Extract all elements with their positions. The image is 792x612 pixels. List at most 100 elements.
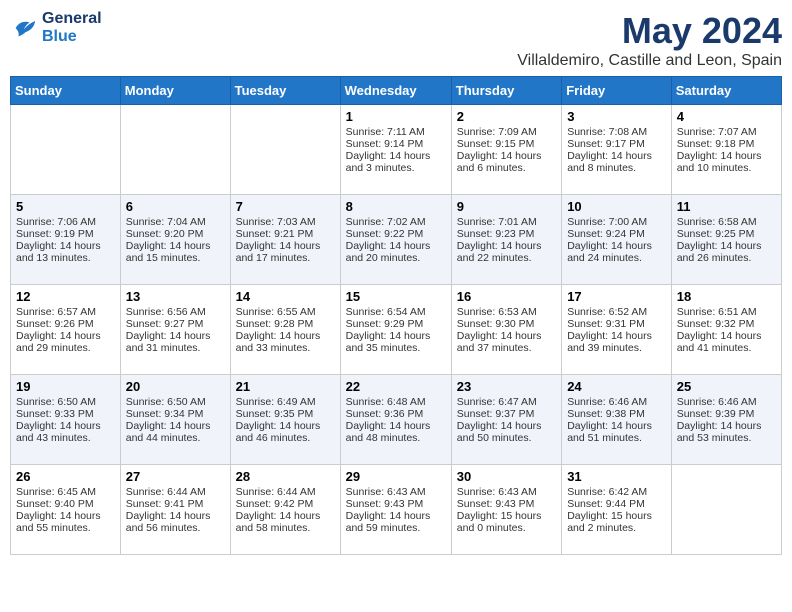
sunrise-text: Sunrise: 6:57 AM [16,306,115,318]
sunrise-text: Sunrise: 6:53 AM [457,306,556,318]
daylight-text: Daylight: 14 hours and 51 minutes. [567,420,666,444]
sunset-text: Sunset: 9:24 PM [567,228,666,240]
sunrise-text: Sunrise: 7:02 AM [346,216,446,228]
calendar-cell: 24Sunrise: 6:46 AMSunset: 9:38 PMDayligh… [562,375,672,465]
calendar-cell [120,105,230,195]
calendar-cell: 27Sunrise: 6:44 AMSunset: 9:41 PMDayligh… [120,465,230,555]
sunrise-text: Sunrise: 7:06 AM [16,216,115,228]
day-number: 6 [126,199,225,214]
sunset-text: Sunset: 9:25 PM [677,228,776,240]
sunrise-text: Sunrise: 6:46 AM [567,396,666,408]
calendar-cell: 29Sunrise: 6:43 AMSunset: 9:43 PMDayligh… [340,465,451,555]
daylight-text: Daylight: 14 hours and 56 minutes. [126,510,225,534]
daylight-text: Daylight: 14 hours and 24 minutes. [567,240,666,264]
daylight-text: Daylight: 14 hours and 58 minutes. [236,510,335,534]
calendar-cell [671,465,781,555]
sunset-text: Sunset: 9:14 PM [346,138,446,150]
daylight-text: Daylight: 14 hours and 59 minutes. [346,510,446,534]
sunset-text: Sunset: 9:43 PM [457,498,556,510]
sunset-text: Sunset: 9:29 PM [346,318,446,330]
sunset-text: Sunset: 9:26 PM [16,318,115,330]
sunrise-text: Sunrise: 6:45 AM [16,486,115,498]
sunrise-text: Sunrise: 7:11 AM [346,126,446,138]
calendar-cell: 6Sunrise: 7:04 AMSunset: 9:20 PMDaylight… [120,195,230,285]
daylight-text: Daylight: 15 hours and 0 minutes. [457,510,556,534]
daylight-text: Daylight: 14 hours and 15 minutes. [126,240,225,264]
day-number: 26 [16,469,115,484]
sunset-text: Sunset: 9:22 PM [346,228,446,240]
calendar-cell: 28Sunrise: 6:44 AMSunset: 9:42 PMDayligh… [230,465,340,555]
sunrise-text: Sunrise: 7:01 AM [457,216,556,228]
sunset-text: Sunset: 9:23 PM [457,228,556,240]
calendar-cell: 22Sunrise: 6:48 AMSunset: 9:36 PMDayligh… [340,375,451,465]
calendar-cell: 13Sunrise: 6:56 AMSunset: 9:27 PMDayligh… [120,285,230,375]
sunset-text: Sunset: 9:18 PM [677,138,776,150]
day-number: 7 [236,199,335,214]
sunset-text: Sunset: 9:15 PM [457,138,556,150]
location-title: Villaldemiro, Castille and Leon, Spain [517,52,782,70]
weekday-header-monday: Monday [120,77,230,105]
day-number: 22 [346,379,446,394]
sunset-text: Sunset: 9:44 PM [567,498,666,510]
weekday-header-thursday: Thursday [451,77,561,105]
calendar-week-1: 1 Sunrise: 7:11 AMSunset: 9:14 PMDaylight… [11,105,782,195]
sunrise-text: Sunrise: 6:54 AM [346,306,446,318]
day-number: 17 [567,289,666,304]
day-number: 1 [346,109,446,124]
day-number: 9 [457,199,556,214]
sunset-text: Sunset: 9:33 PM [16,408,115,420]
day-number: 14 [236,289,335,304]
daylight-text: Daylight: 14 hours and 13 minutes. [16,240,115,264]
day-number: 13 [126,289,225,304]
calendar-week-4: 19 Sunrise: 6:50 AM Sunset: 9:33 PM Dayligh… [11,375,782,465]
calendar-cell: 31Sunrise: 6:42 AMSunset: 9:44 PMDayligh… [562,465,672,555]
sunset-text: Sunset: 9:40 PM [16,498,115,510]
weekday-header-tuesday: Tuesday [230,77,340,105]
sunrise-text: Sunrise: 6:48 AM [346,396,446,408]
calendar-cell: 14Sunrise: 6:55 AMSunset: 9:28 PMDayligh… [230,285,340,375]
daylight-text: Daylight: 14 hours and 39 minutes. [567,330,666,354]
sunrise-text: Sunrise: 7:09 AM [457,126,556,138]
calendar-table: SundayMondayTuesdayWednesdayThursdayFrid… [10,76,782,555]
day-number: 28 [236,469,335,484]
day-number: 5 [16,199,115,214]
day-number: 16 [457,289,556,304]
daylight-text: Daylight: 14 hours and 3 minutes. [346,150,446,174]
sunrise-text: Sunrise: 6:44 AM [126,486,225,498]
sunrise-text: Sunrise: 7:00 AM [567,216,666,228]
day-number: 19 [16,379,115,394]
day-number: 10 [567,199,666,214]
daylight-text: Daylight: 14 hours and 26 minutes. [677,240,776,264]
sunset-text: Sunset: 9:37 PM [457,408,556,420]
calendar-cell: 7Sunrise: 7:03 AMSunset: 9:21 PMDaylight… [230,195,340,285]
sunrise-text: Sunrise: 6:50 AM [126,396,225,408]
daylight-text: Daylight: 14 hours and 31 minutes. [126,330,225,354]
sunset-text: Sunset: 9:34 PM [126,408,225,420]
calendar-cell: 9Sunrise: 7:01 AMSunset: 9:23 PMDaylight… [451,195,561,285]
month-title: May 2024 [517,10,782,52]
day-number: 15 [346,289,446,304]
calendar-cell: 18Sunrise: 6:51 AMSunset: 9:32 PMDayligh… [671,285,781,375]
sunrise-text: Sunrise: 6:52 AM [567,306,666,318]
sunrise-text: Sunrise: 6:58 AM [677,216,776,228]
weekday-header-saturday: Saturday [671,77,781,105]
calendar-cell: 2Sunrise: 7:09 AMSunset: 9:15 PMDaylight… [451,105,561,195]
sunset-text: Sunset: 9:21 PM [236,228,335,240]
calendar-cell: 19Sunrise: 6:50 AMSunset: 9:33 PMDayligh… [11,375,121,465]
day-number: 29 [346,469,446,484]
calendar-cell: 21Sunrise: 6:49 AMSunset: 9:35 PMDayligh… [230,375,340,465]
day-number: 4 [677,109,776,124]
calendar-cell: 17Sunrise: 6:52 AMSunset: 9:31 PMDayligh… [562,285,672,375]
daylight-text: Daylight: 14 hours and 20 minutes. [346,240,446,264]
calendar-cell: 26Sunrise: 6:45 AMSunset: 9:40 PMDayligh… [11,465,121,555]
sunrise-text: Sunrise: 6:49 AM [236,396,335,408]
sunset-text: Sunset: 9:20 PM [126,228,225,240]
calendar-cell: 25Sunrise: 6:46 AMSunset: 9:39 PMDayligh… [671,375,781,465]
weekday-header-sunday: Sunday [11,77,121,105]
sunrise-text: Sunrise: 6:44 AM [236,486,335,498]
daylight-text: Daylight: 15 hours and 2 minutes. [567,510,666,534]
daylight-text: Daylight: 14 hours and 46 minutes. [236,420,335,444]
daylight-text: Daylight: 14 hours and 37 minutes. [457,330,556,354]
day-number: 18 [677,289,776,304]
logo-icon [10,14,38,42]
